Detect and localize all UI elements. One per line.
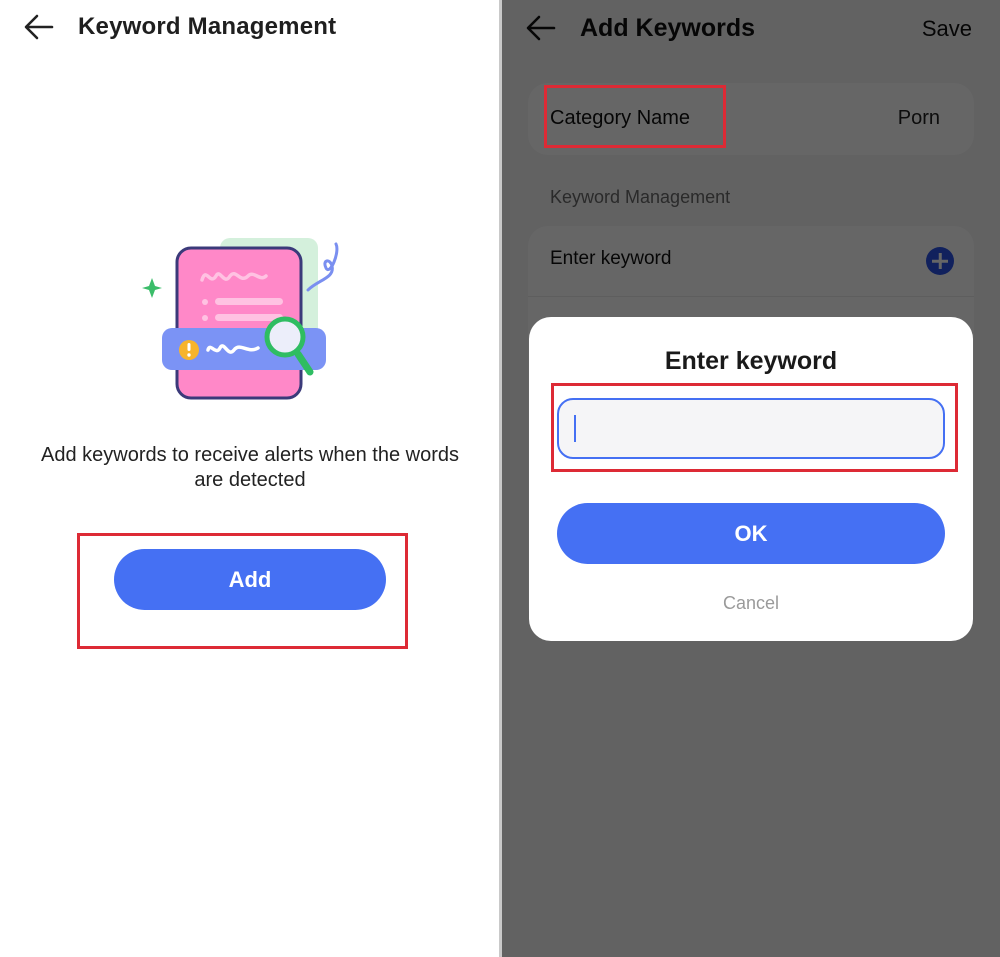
text-cursor: [574, 415, 576, 442]
back-button[interactable]: [22, 12, 56, 42]
empty-state-description: Add keywords to receive alerts when the …: [41, 444, 459, 491]
arrow-left-icon: [24, 14, 54, 40]
ok-button[interactable]: OK: [557, 503, 945, 564]
illus-magnifier: [264, 316, 306, 358]
cancel-button[interactable]: Cancel: [529, 593, 973, 614]
page-title: Keyword Management: [78, 13, 337, 40]
illus-sparkle: [142, 278, 162, 298]
keyword-input[interactable]: [557, 398, 945, 459]
dialog-title: Enter keyword: [664, 347, 838, 375]
keyword-alert-illustration: [142, 238, 339, 400]
add-button[interactable]: Add: [114, 549, 386, 610]
keyword-management-screen: Keyword Management Add keywords to recei…: [0, 0, 500, 957]
enter-keyword-dialog: Enter keyword OK Cancel: [529, 317, 973, 641]
